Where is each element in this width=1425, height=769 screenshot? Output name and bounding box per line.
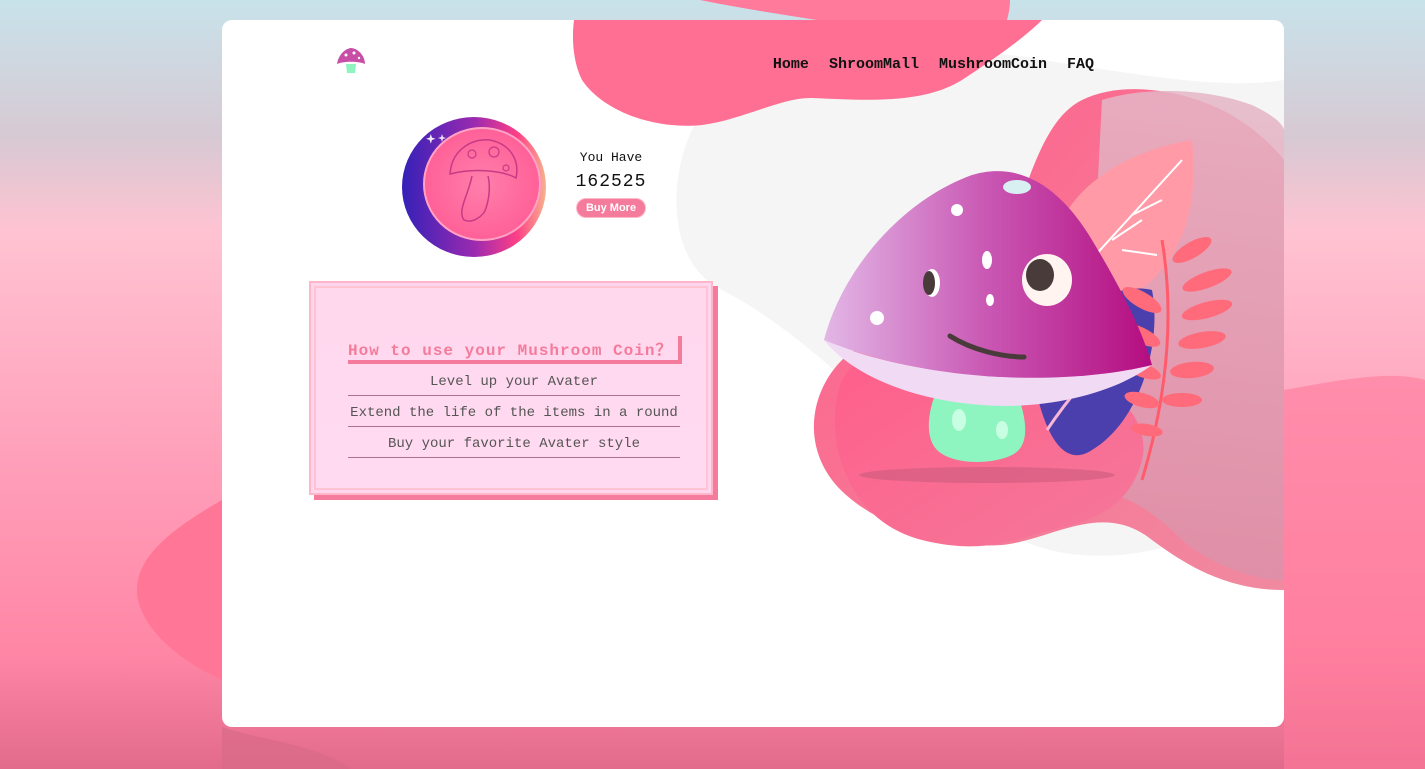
info-list: Level up your Avater Extend the life of … [348,373,680,466]
buy-more-button[interactable]: Buy More [575,198,647,218]
main-card: Home ShroomMall MushroomCoin FAQ You Hav… [222,20,1284,727]
mushroom-character-illustration [824,140,1233,547]
logo-mushroom-icon[interactable] [334,46,368,76]
list-item: Buy your favorite Avater style [348,435,680,458]
nav-item-shroommall[interactable]: ShroomMall [829,56,919,73]
how-to-use-panel: How to use your Mushroom Coin？ Level up … [309,281,713,495]
mushroom-coin-icon [402,117,546,257]
nav-item-home[interactable]: Home [773,56,809,73]
nav-item-mushroomcoin[interactable]: MushroomCoin [939,56,1047,73]
nav-item-faq[interactable]: FAQ [1067,56,1094,73]
balance-label: You Have [579,150,643,165]
main-nav: Home ShroomMall MushroomCoin FAQ [773,56,1094,73]
list-item: Level up your Avater [348,373,680,396]
coin-balance: You Have 162525 Buy More [568,150,654,218]
info-box-inner: How to use your Mushroom Coin？ Level up … [314,286,708,490]
info-title: How to use your Mushroom Coin？ [348,336,683,364]
list-item: Extend the life of the items in a round [348,404,680,427]
balance-amount: 162525 [575,172,647,192]
